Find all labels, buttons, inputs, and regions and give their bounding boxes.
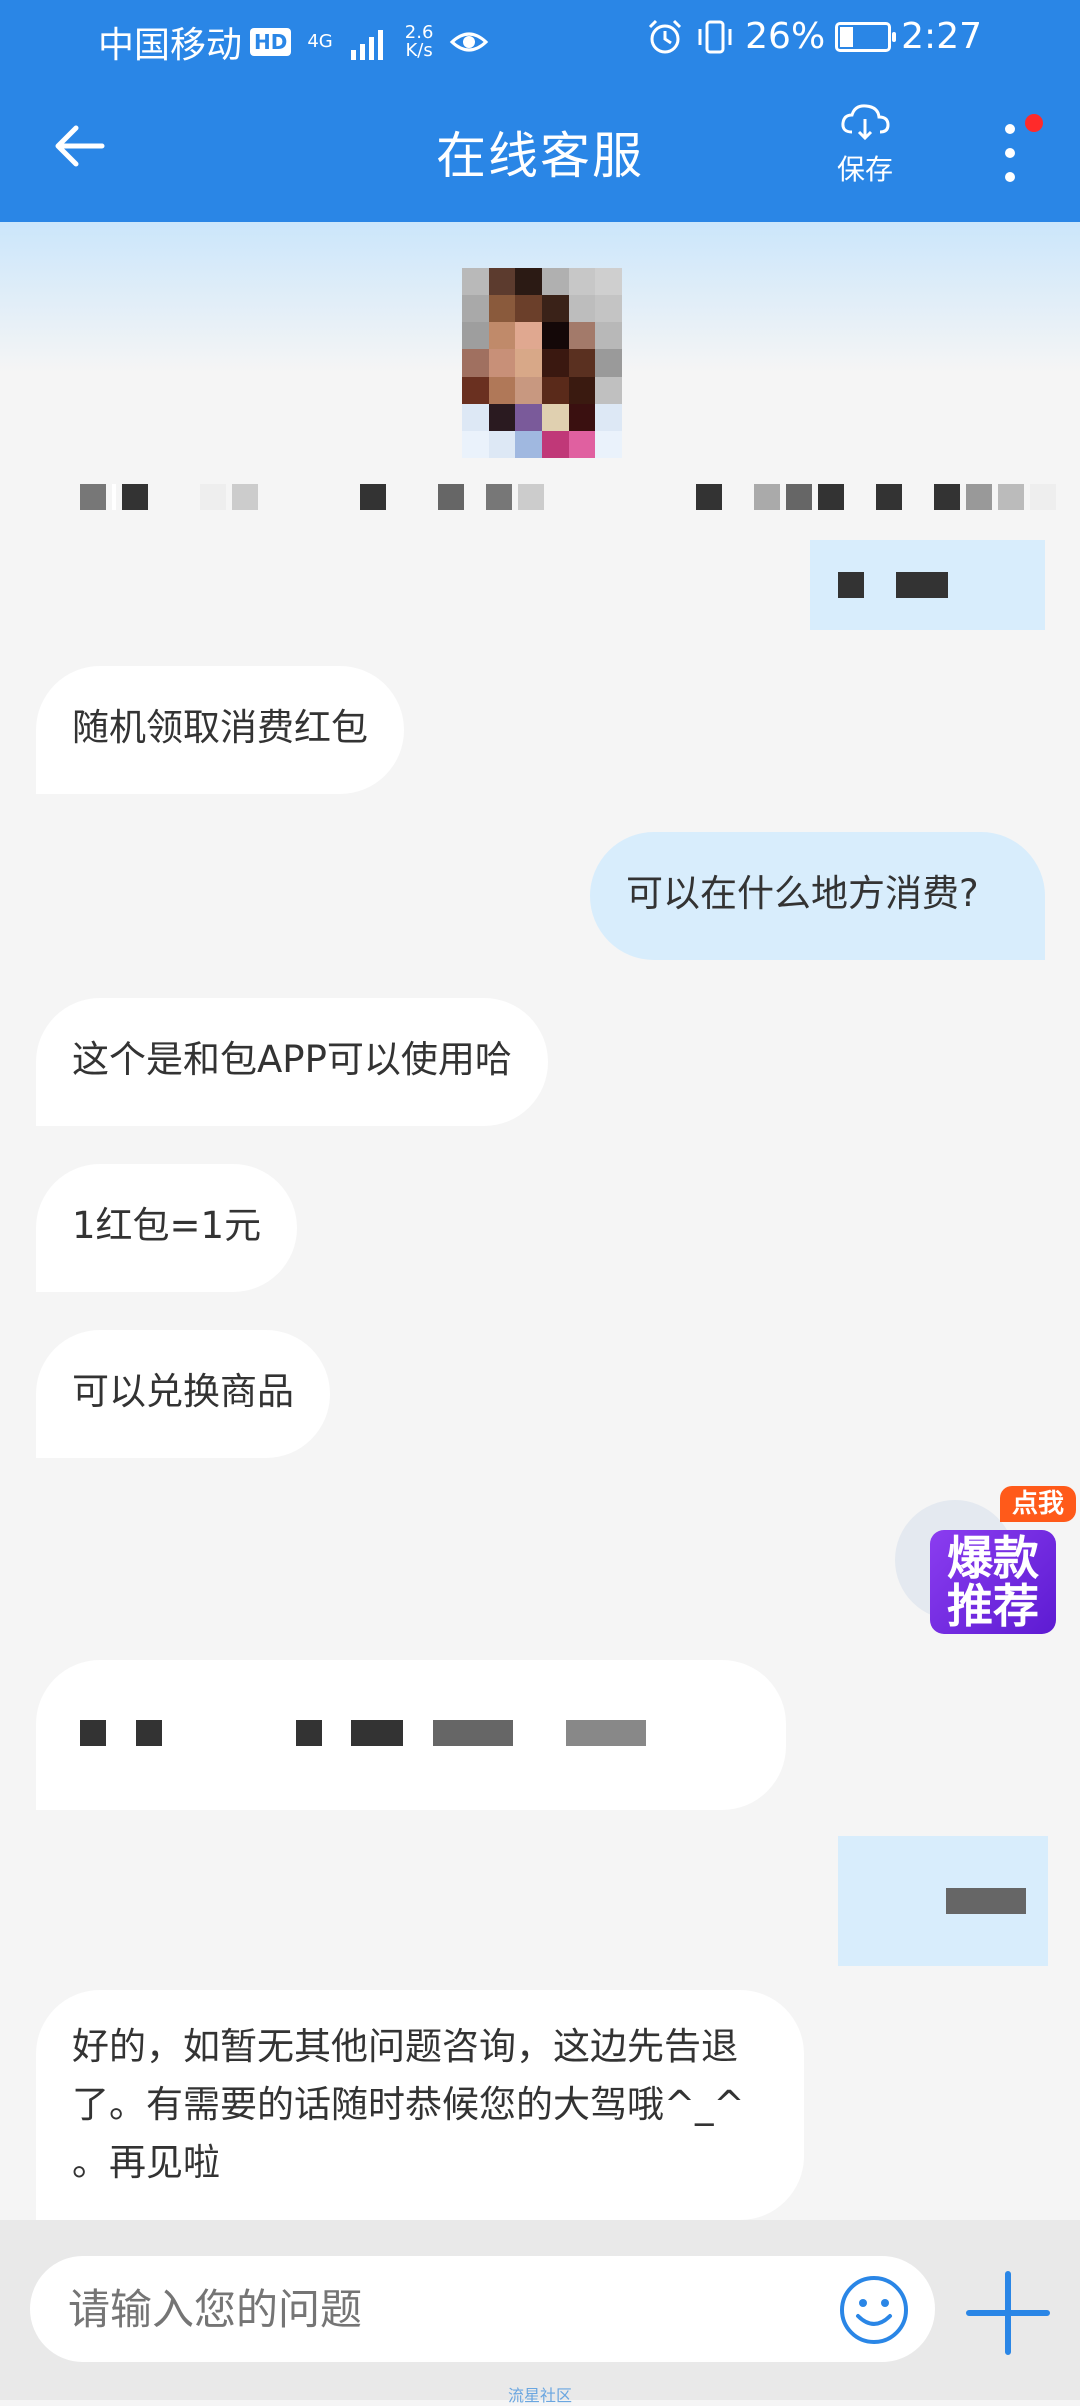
save-label: 保存 <box>836 153 893 186</box>
message-text: 1红包=1元 <box>72 1204 262 1247</box>
chat-area: 随机领取消费红包 可以在什么地方消费? 这个是和包APP可以使用哈 1红包=1元… <box>0 360 1080 2220</box>
message-text: 可以兑换商品 <box>72 1370 294 1413</box>
message-text: 可以在什么地方消费? <box>626 872 979 915</box>
message-text: 随机领取消费红包 <box>72 706 368 749</box>
status-bar: 中国移动 HD 4G 2.6 K/s 26% 2:27 <box>0 0 1080 78</box>
promo-line-2: 推荐 <box>947 1579 1039 1633</box>
page-title: 在线客服 <box>436 127 644 185</box>
clock: 2:27 <box>901 16 982 57</box>
cloud-download-icon <box>841 104 890 141</box>
carrier-name: 中国移动 <box>98 25 243 66</box>
message-text: 好的，如暂无其他问题咨询，这边先告退了。有需要的话随时恭候您的大驾哦^_^ 。再… <box>72 2025 745 2184</box>
question-input[interactable] <box>30 2256 935 2362</box>
battery-percent: 26% <box>745 16 826 57</box>
network-speed: 2.6 K/s <box>404 22 434 61</box>
alarm-icon <box>649 19 682 53</box>
battery-icon <box>835 21 897 52</box>
redacted-message <box>838 1836 1048 1966</box>
app-header: 中国移动 HD 4G 2.6 K/s 26% 2:27 在线客服 保存 <box>0 0 1080 240</box>
hd-badge: HD <box>250 28 292 56</box>
message-text: 这个是和包APP可以使用哈 <box>72 1038 512 1081</box>
promo-float-button[interactable]: 爆款 推荐 <box>930 1530 1056 1634</box>
message-bubble-agent: 这个是和包APP可以使用哈 <box>36 998 548 1126</box>
more-menu-button[interactable] <box>990 114 1030 194</box>
network-type: 4G <box>307 31 333 52</box>
redacted-message <box>36 1660 786 1810</box>
message-bubble-agent: 可以兑换商品 <box>36 1330 330 1458</box>
plus-icon[interactable] <box>965 2270 1051 2356</box>
save-button[interactable]: 保存 <box>820 102 910 188</box>
title-bar: 在线客服 保存 <box>0 78 1080 220</box>
notification-dot <box>1025 114 1043 132</box>
smiley-icon[interactable] <box>838 2274 910 2346</box>
vibrate-icon <box>698 20 732 53</box>
input-bar: 流星社区 <box>0 2220 1080 2405</box>
message-bubble-user: 可以在什么地方消费? <box>590 832 1045 960</box>
watermark: 流星社区 <box>507 2386 572 2405</box>
signal-icon <box>350 30 383 60</box>
promo-line-1: 爆款 <box>947 1531 1039 1585</box>
message-bubble-agent: 随机领取消费红包 <box>36 666 404 794</box>
more-vertical-icon <box>1005 124 1015 134</box>
promo-tag[interactable]: 点我 <box>1000 1486 1076 1522</box>
redacted-message <box>810 540 1045 630</box>
message-bubble-agent: 1红包=1元 <box>36 1164 298 1292</box>
message-bubble-agent: 好的，如暂无其他问题咨询，这边先告退了。有需要的话随时恭候您的大驾哦^_^ 。再… <box>36 1990 804 2220</box>
eye-icon <box>450 32 489 52</box>
